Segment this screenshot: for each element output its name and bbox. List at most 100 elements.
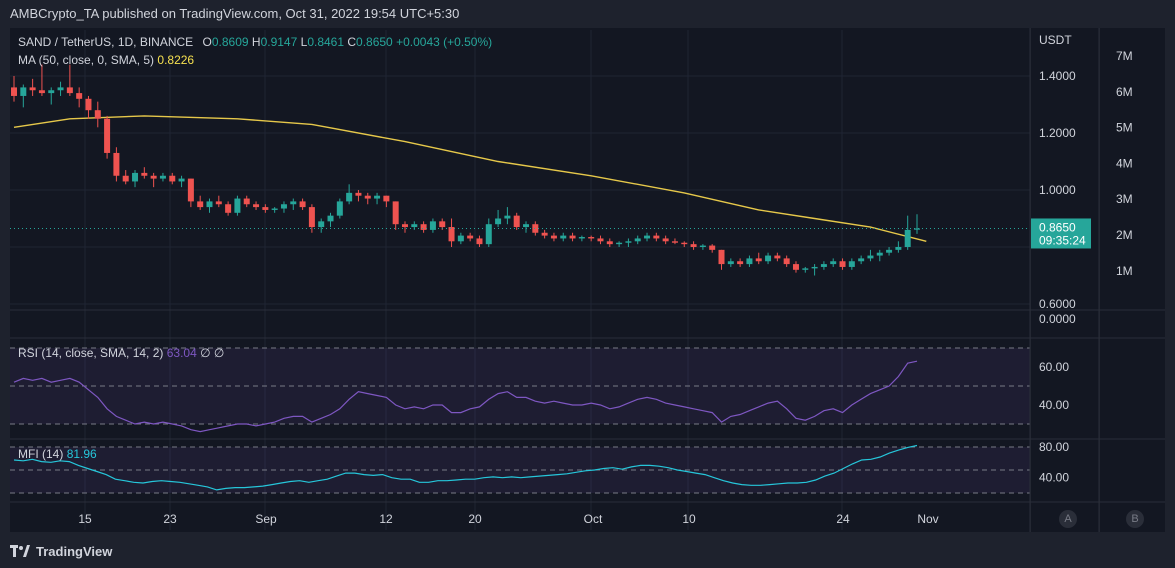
rsi-value: 63.04 <box>166 346 197 360</box>
candle-body <box>197 201 204 208</box>
candle-body <box>588 237 595 239</box>
candle <box>429 218 436 233</box>
candle-body <box>76 93 83 99</box>
candle-body <box>11 87 17 96</box>
candle <box>588 235 595 242</box>
candle <box>616 241 623 247</box>
candle-body <box>262 207 269 210</box>
candle <box>225 201 232 216</box>
candle <box>327 212 334 228</box>
candle-body <box>513 215 520 228</box>
candle-body <box>364 195 371 199</box>
candle <box>895 241 902 253</box>
volume-tick-label: 5M <box>1116 121 1133 135</box>
candle <box>401 221 408 233</box>
candle <box>886 247 893 256</box>
candle <box>187 178 194 208</box>
countdown-label: 09:35:24 <box>1039 233 1086 247</box>
candle-body <box>886 249 893 253</box>
candle-body <box>830 261 837 265</box>
candle <box>867 249 874 262</box>
last-price-label: 0.8650 <box>1039 220 1076 234</box>
ohlc-legend: SAND / TetherUS, 1D, BINANCE O0.8609 H0.… <box>18 35 492 49</box>
candle <box>206 198 213 213</box>
candle <box>560 232 567 242</box>
candle-body <box>308 207 315 228</box>
close-label: C <box>347 35 357 49</box>
high-value: 0.9147 <box>260 35 298 49</box>
time-tick-label: 20 <box>468 512 482 526</box>
candle <box>318 218 325 233</box>
candle-body <box>29 87 36 91</box>
candle <box>215 195 222 208</box>
open-label: O <box>202 35 212 49</box>
time-tick-label: 10 <box>682 512 696 526</box>
candle-body <box>783 258 790 265</box>
candle-body <box>644 235 651 239</box>
time-tick-label: 15 <box>78 512 92 526</box>
candle <box>113 147 120 182</box>
candle-body <box>755 258 762 262</box>
candle <box>420 221 427 233</box>
candle <box>299 198 306 210</box>
volume-tick-label: 3M <box>1116 192 1133 206</box>
candle <box>485 218 492 247</box>
candle-body <box>383 195 390 202</box>
candle <box>513 212 520 230</box>
candle <box>792 261 799 273</box>
candle <box>597 235 604 245</box>
candle <box>681 241 688 247</box>
candle <box>820 261 827 270</box>
candle <box>150 172 157 188</box>
candle-body <box>671 241 678 243</box>
candle <box>737 258 744 267</box>
candle-body <box>634 238 641 242</box>
candle-body <box>113 152 120 176</box>
candle <box>662 235 669 245</box>
candle <box>336 198 343 219</box>
candle-body <box>792 264 799 270</box>
candle <box>132 170 139 188</box>
time-tick-label: Nov <box>917 512 938 526</box>
candle-body <box>243 198 250 205</box>
log-scale-button[interactable]: B <box>1126 510 1144 528</box>
candle-body <box>811 266 818 269</box>
candle <box>234 195 241 216</box>
volume-tick-label: 2M <box>1116 228 1133 242</box>
candle-body <box>122 175 129 182</box>
volume-tick-label: 1M <box>1116 264 1133 278</box>
candle-body <box>578 237 585 239</box>
open-value: 0.8609 <box>211 35 249 49</box>
ma-value: 0.8226 <box>157 53 195 67</box>
high-label: H <box>251 35 261 49</box>
candle-body <box>495 218 502 225</box>
candle <box>141 167 148 179</box>
candle <box>914 214 920 234</box>
candle <box>765 252 772 265</box>
auto-scale-button[interactable]: A <box>1059 510 1077 528</box>
candle <box>876 249 883 262</box>
candle-body <box>504 215 511 219</box>
candle-body <box>178 178 185 182</box>
candle-body <box>336 201 343 216</box>
candle-body <box>569 235 576 239</box>
candle-body <box>104 118 111 153</box>
candle-body <box>141 172 148 176</box>
candle-body <box>560 235 567 239</box>
candle-body <box>355 192 362 196</box>
candle-body <box>597 238 604 242</box>
mfi-label: MFI (14) <box>18 447 64 461</box>
candle-body <box>765 255 772 262</box>
candle-body <box>132 172 139 182</box>
candle <box>904 215 911 250</box>
rsi-extra-1: ∅ <box>200 346 211 360</box>
candle <box>467 232 474 242</box>
candle-body <box>485 224 492 245</box>
ma-legend: MA (50, close, 0, SMA, 5) 0.8226 <box>18 53 194 67</box>
candle-body <box>895 247 902 250</box>
mfi-tick-label: 40.00 <box>1039 471 1069 485</box>
volume-tick-label: 6M <box>1116 85 1133 99</box>
candle-body <box>476 238 483 245</box>
candle-body <box>820 264 827 267</box>
price-tick-label: 1.0000 <box>1039 183 1076 197</box>
